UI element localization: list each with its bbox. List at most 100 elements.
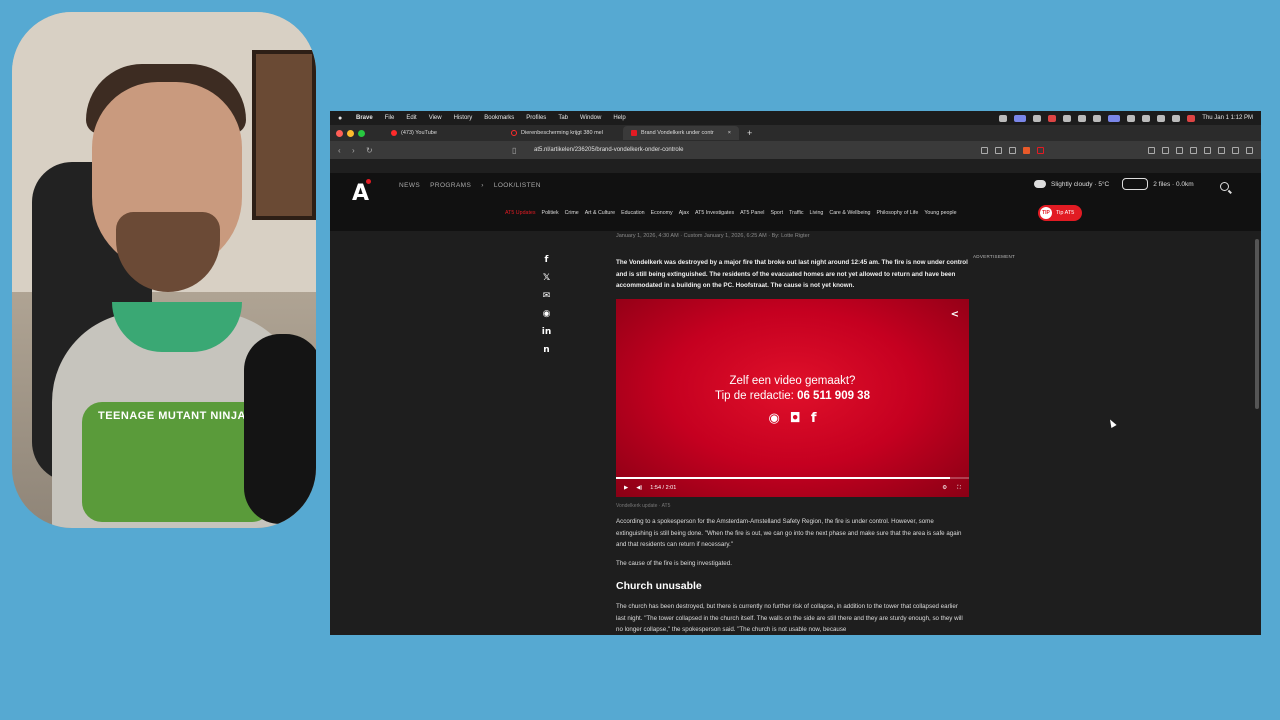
brave-shields-icon[interactable] — [1023, 146, 1030, 154]
menu-window[interactable]: Window — [580, 115, 601, 121]
close-window-button[interactable] — [336, 129, 343, 137]
brave-rewards-icon[interactable] — [1037, 146, 1044, 154]
x-icon[interactable]: 𝕏 — [541, 273, 552, 285]
reload-button[interactable]: ↻ — [366, 146, 380, 155]
tab-dierenbescherming[interactable]: Dierenbescherming krijgt 380 mel — [503, 126, 619, 140]
at5-logo[interactable]: A — [352, 179, 371, 206]
menu-icon[interactable] — [1246, 146, 1253, 154]
category-live-updates[interactable]: AT5 Updates — [505, 210, 536, 216]
facebook-icon[interactable]: f — [541, 255, 552, 267]
car-icon — [1122, 178, 1149, 190]
menu-app-name[interactable]: Brave — [356, 115, 373, 121]
extension-icon[interactable] — [981, 146, 988, 154]
category-politiek[interactable]: Politiek — [542, 210, 559, 216]
tip-at5-button[interactable]: TIP Tip AT5 — [1038, 205, 1083, 221]
youtube-icon — [391, 130, 397, 136]
extension-icon[interactable] — [1190, 146, 1197, 154]
settings-icon[interactable]: ⚙ — [942, 485, 947, 492]
category-living[interactable]: Living — [810, 210, 824, 216]
whatsapp-icon: ◉ — [768, 411, 780, 426]
extension-icon[interactable] — [1148, 146, 1155, 154]
video-player[interactable]: < Zelf een video gemaakt? Tip de redacti… — [616, 299, 969, 497]
category-economy[interactable]: Economy — [651, 210, 673, 216]
category-investigates[interactable]: AT5 Investigates — [695, 210, 734, 216]
wall-picture-frame — [252, 50, 316, 220]
extension-icon[interactable] — [995, 146, 1002, 154]
menu-bookmarks[interactable]: Bookmarks — [484, 115, 514, 121]
status-highlight-icon[interactable] — [1108, 114, 1121, 122]
forward-button[interactable]: › — [352, 146, 366, 155]
share-icon[interactable] — [1009, 146, 1016, 154]
menu-tab[interactable]: Tab — [558, 115, 568, 121]
email-icon[interactable]: ✉ — [541, 291, 552, 303]
category-ajax[interactable]: Ajax — [679, 210, 689, 216]
vpn-icon[interactable] — [1232, 146, 1239, 154]
nav-news[interactable]: NEWS — [399, 182, 420, 189]
menubar-clock[interactable]: Thu Jan 1 1:12 PM — [1202, 115, 1253, 121]
alert-icon[interactable] — [1048, 114, 1057, 122]
facebook-icon: f — [810, 411, 817, 426]
fullscreen-icon[interactable]: ⛶ — [957, 485, 961, 492]
tab-vondelkerk[interactable]: Brand Vondelkerk under contr × — [623, 126, 739, 140]
video-progress-fill — [616, 477, 951, 479]
category-crime[interactable]: Crime — [565, 210, 579, 216]
siri-icon[interactable] — [1187, 114, 1196, 122]
video-socials: ◉ ◘ f — [616, 411, 969, 426]
status-icon[interactable] — [1093, 114, 1102, 122]
category-panel[interactable]: AT5 Panel — [740, 210, 764, 216]
whatsapp-icon[interactable]: ◉ — [541, 309, 552, 321]
weather-widget[interactable]: Slightly cloudy · 5°C 2 files · 0.0km — [1034, 178, 1194, 190]
nujij-icon[interactable]: n — [541, 345, 552, 357]
category-art-culture[interactable]: Art & Culture — [585, 210, 615, 216]
wifi-icon[interactable] — [1142, 114, 1151, 122]
nav-look-listen[interactable]: LOOK/LISTEN — [494, 182, 541, 189]
category-care-wellbeing[interactable]: Care & Wellbeing — [829, 210, 870, 216]
linkedin-icon[interactable]: in — [541, 327, 552, 339]
traffic-text: 2 files · 0.0km — [1153, 180, 1194, 188]
extension-icon[interactable] — [1162, 146, 1169, 154]
site-icon — [511, 130, 517, 136]
zoom-window-button[interactable] — [358, 129, 365, 137]
status-highlight-icon[interactable] — [1014, 114, 1027, 122]
menu-help[interactable]: Help — [613, 115, 625, 121]
status-icon[interactable] — [1063, 114, 1072, 122]
menu-history[interactable]: History — [454, 115, 473, 121]
article-byline: January 1, 2026, 4:30 AM · Custom Januar… — [616, 233, 810, 239]
category-traffic[interactable]: Traffic — [789, 210, 803, 216]
tab-youtube[interactable]: (473) YouTube — [383, 126, 499, 140]
article-lead: The Vondelkerk was destroyed by a major … — [616, 259, 968, 289]
menu-view[interactable]: View — [429, 115, 442, 121]
close-tab-icon[interactable]: × — [728, 130, 731, 136]
status-icon[interactable] — [1127, 114, 1136, 122]
menu-file[interactable]: File — [385, 115, 395, 121]
bookmark-icon[interactable]: ▯ — [512, 146, 526, 155]
sidebar-icon[interactable] — [1204, 146, 1211, 154]
wallet-icon[interactable] — [1218, 146, 1225, 154]
play-icon[interactable]: ▶ — [624, 485, 628, 491]
menu-profiles[interactable]: Profiles — [526, 115, 546, 121]
share-icon[interactable]: < — [951, 309, 959, 320]
extension-icon[interactable] — [1176, 146, 1183, 154]
category-sport[interactable]: Sport — [770, 210, 783, 216]
back-button[interactable]: ‹ — [338, 146, 352, 155]
status-icon[interactable] — [999, 114, 1008, 122]
nav-programs[interactable]: PROGRAMS — [430, 182, 471, 189]
category-philosophy[interactable]: Philosophy of Life — [877, 210, 919, 216]
share-bar: f 𝕏 ✉ ◉ in n — [541, 255, 552, 357]
search-icon[interactable] — [1157, 114, 1166, 122]
status-icon[interactable] — [1033, 114, 1042, 122]
volume-icon[interactable]: ◀) — [636, 485, 642, 491]
minimize-window-button[interactable] — [347, 129, 354, 137]
search-icon[interactable] — [1220, 182, 1229, 191]
video-progress-bar[interactable] — [616, 477, 969, 479]
category-education[interactable]: Education — [621, 210, 645, 216]
url-field[interactable]: at5.nl/artikelen/236205/brand-vondelkerk… — [534, 147, 683, 153]
new-tab-button[interactable]: + — [747, 128, 752, 138]
apple-icon[interactable]: ● — [338, 115, 346, 122]
category-young-people[interactable]: Young people — [924, 210, 956, 216]
category-nav: AT5 Updates Politiek Crime Art & Culture… — [505, 210, 957, 216]
page-scrollbar[interactable] — [1255, 239, 1259, 409]
menu-edit[interactable]: Edit — [406, 115, 416, 121]
control-center-icon[interactable] — [1172, 114, 1181, 122]
status-icon[interactable] — [1078, 114, 1087, 122]
